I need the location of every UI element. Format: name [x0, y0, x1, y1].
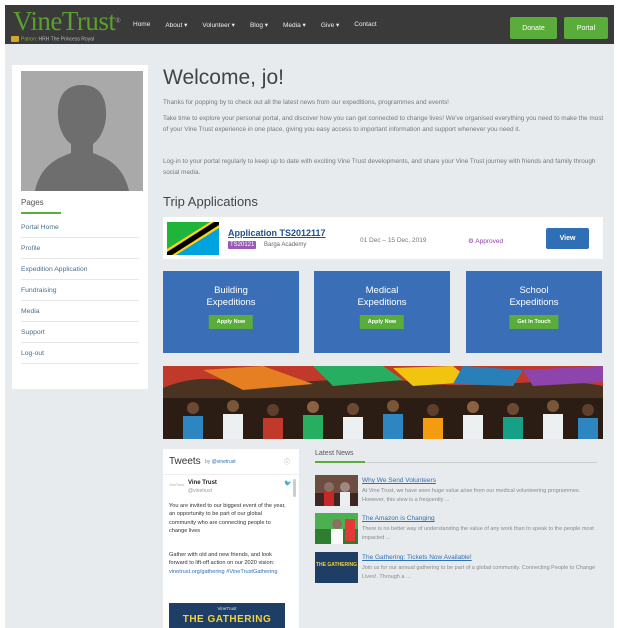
main-nav: Home About ▾ Volunteer ▾ Blog ▾ Media ▾ … — [133, 21, 392, 29]
building-apply-button[interactable]: Apply Now — [208, 315, 254, 329]
pages-underline — [21, 212, 61, 214]
sidebar-item-fundraising[interactable]: Fundraising — [21, 280, 139, 301]
status-badge: ⚙ Approved — [468, 238, 504, 245]
page-title: Welcome, jo! — [163, 66, 284, 89]
gathering-small-text: VineTrust — [217, 606, 237, 611]
news-thumbnail-label: THE GATHERING — [315, 562, 358, 568]
news-excerpt: At Vine Trust, we have seen huge value a… — [362, 488, 581, 503]
nav-blog[interactable]: Blog ▾ — [250, 21, 268, 29]
tweet-avatar: VineTrust — [169, 483, 184, 487]
application-school: Barga Academy — [264, 242, 307, 248]
medical-apply-button[interactable]: Apply Now — [359, 315, 405, 329]
info-icon[interactable]: ⓘ — [284, 457, 290, 466]
sidebar-item-profile[interactable]: Profile — [21, 238, 139, 259]
news-headline-link[interactable]: The Amazon is Changing — [362, 515, 435, 522]
expedition-title: Medical Expeditions — [357, 285, 407, 308]
latest-news-heading: Latest News — [315, 450, 354, 457]
tweets-widget: Tweets by @vinetrust ⓘ VineTrust Vine Tr… — [163, 449, 299, 628]
news-divider-accent — [315, 461, 365, 463]
tweet-text: You are invited to our biggest event of … — [169, 503, 286, 535]
nav-home[interactable]: Home — [133, 21, 150, 29]
crest-icon — [11, 36, 19, 42]
vine-trust-logo[interactable]: VineTrust® — [13, 7, 121, 35]
patron-line: Patron: HRH The Princess Royal — [11, 36, 94, 42]
news-thumbnail[interactable] — [315, 513, 358, 544]
nav-volunteer[interactable]: Volunteer ▾ — [202, 21, 235, 29]
news-item: The Amazon is Changing There is no bette… — [315, 513, 603, 547]
portal-button[interactable]: Portal — [564, 17, 608, 39]
application-dates: 01 Dec – 15 Dec, 2019 — [360, 237, 427, 244]
tweets-by: by @vinetrust — [205, 459, 236, 465]
twitter-bird-icon: 🐦 — [284, 481, 292, 487]
user-silhouette-icon — [21, 71, 143, 191]
intro-paragraph-3: Log-in to your portal regularly to keep … — [163, 158, 596, 176]
news-excerpt: Join us for our annual gathering to be p… — [362, 565, 596, 580]
sidebar-item-portal-home[interactable]: Portal Home — [21, 217, 139, 238]
nav-give[interactable]: Give ▾ — [321, 21, 339, 29]
expedition-title: Building Expeditions — [206, 285, 256, 308]
news-item: THE GATHERING The Gathering: Tickets Now… — [315, 552, 603, 586]
school-get-in-touch-button[interactable]: Get In Touch — [509, 315, 559, 329]
news-item: Why We Send Volunteers At Vine Trust, we… — [315, 475, 603, 509]
nav-about[interactable]: About ▾ — [165, 21, 187, 29]
tweet-author-name[interactable]: Vine Trust — [188, 480, 217, 486]
news-headline-link[interactable]: Why We Send Volunteers — [362, 477, 436, 484]
trip-application-card: Application TS2012117 TS20121 Barga Acad… — [163, 217, 603, 259]
news-headline-link[interactable]: The Gathering: Tickets Now Available! — [362, 554, 472, 561]
gathering-big-text: THE GATHERING — [182, 614, 272, 625]
tweet-author-handle[interactable]: @vinetrust — [188, 488, 212, 494]
tweet-text: Gather with old and new friends, and loo… — [169, 552, 278, 575]
tweet-links[interactable]: vinetrust.org/gathering #VineTrustGather… — [169, 569, 278, 575]
expedition-title: School Expeditions — [509, 285, 559, 308]
sidebar: Pages Portal Home Profile Expedition App… — [12, 65, 148, 389]
tweets-handle-link[interactable]: @vinetrust — [212, 459, 236, 465]
tanzania-flag-icon — [167, 222, 219, 255]
pages-heading: Pages — [21, 198, 44, 207]
medical-expeditions-card: Medical Expeditions Apply Now — [314, 271, 450, 353]
trip-applications-heading: Trip Applications — [163, 194, 258, 209]
application-code-badge: TS20121 — [228, 241, 257, 249]
view-application-button[interactable]: View — [546, 228, 589, 249]
group-photo-banner — [163, 366, 603, 439]
top-navigation-bar: VineTrust® Patron: HRH The Princess Roya… — [5, 5, 614, 44]
avatar — [21, 71, 143, 191]
sidebar-item-media[interactable]: Media — [21, 301, 139, 322]
gathering-tweet-image[interactable]: VineTrust THE GATHERING — [169, 603, 285, 628]
sidebar-menu: Portal Home Profile Expedition Applicati… — [21, 217, 139, 364]
donate-button[interactable]: Donate — [510, 17, 557, 39]
news-thumbnail[interactable]: THE GATHERING — [315, 552, 358, 583]
divider — [163, 474, 299, 475]
application-link[interactable]: Application TS2012117 — [228, 228, 326, 238]
sidebar-item-support[interactable]: Support — [21, 322, 139, 343]
building-expeditions-card: Building Expeditions Apply Now — [163, 271, 299, 353]
tweets-scrollbar[interactable] — [293, 479, 296, 497]
news-excerpt: There is no better way of understanding … — [362, 526, 594, 541]
intro-paragraph-2: Take time to explore your personal porta… — [163, 115, 604, 133]
sidebar-item-expedition-application[interactable]: Expedition Application — [21, 259, 139, 280]
nav-contact[interactable]: Contact — [354, 21, 376, 29]
intro-paragraph-1: Thanks for popping by to check out all t… — [163, 99, 449, 106]
tweets-heading: Tweets — [169, 456, 201, 467]
sidebar-item-log-out[interactable]: Log-out — [21, 343, 139, 364]
news-thumbnail[interactable] — [315, 475, 358, 506]
school-expeditions-card: School Expeditions Get In Touch — [466, 271, 602, 353]
nav-media[interactable]: Media ▾ — [283, 21, 306, 29]
